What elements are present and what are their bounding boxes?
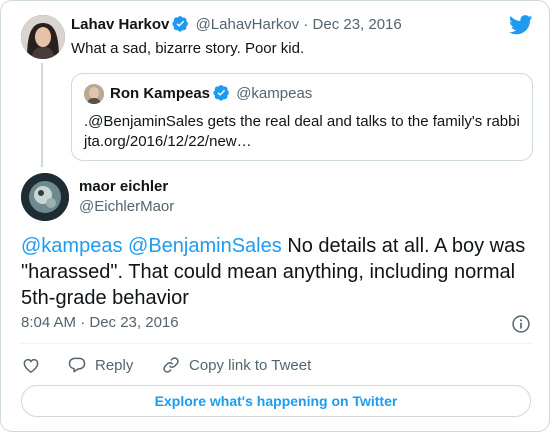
copy-link-label: Copy link to Tweet [189,356,312,374]
main-author-name[interactable]: maor eichler [79,177,168,197]
embedded-tweet-card: Lahav Harkov @LahavHarkov · Dec 23, 2016… [0,0,550,432]
reply-icon [68,357,86,373]
explore-twitter-button[interactable]: Explore what's happening on Twitter [21,385,531,417]
like-button[interactable] [21,353,41,377]
twitter-bird-icon[interactable] [509,15,533,35]
meta-separator: · [303,16,309,33]
parent-tweet-header: Lahav Harkov @LahavHarkov · Dec 23, 2016 [71,15,402,35]
parent-tweet-date[interactable]: Dec 23, 2016 [313,16,402,33]
divider [21,343,531,344]
tweet-timestamp[interactable]: 8:04 AM · Dec 23, 2016 [21,313,179,333]
reply-button[interactable]: Reply [67,353,133,377]
quoted-avatar [84,84,104,104]
parent-author-handle[interactable]: @LahavHarkov [196,16,300,33]
copy-link-button[interactable]: Copy link to Tweet [161,353,311,377]
avatar-photo-icon [21,15,65,59]
verified-badge-icon [172,16,189,32]
avatar-photo-icon [84,84,104,104]
parent-avatar[interactable] [21,15,65,59]
quoted-author-handle: @kampeas [236,85,313,102]
link-icon [163,357,179,373]
main-tweet-text: @kampeas @BenjaminSales No details at al… [21,233,531,311]
thread-connector-line [41,63,43,167]
mention-link[interactable]: @BenjaminSales [128,235,282,257]
mention-link[interactable]: @kampeas [21,235,122,257]
avatar-photo-icon [21,173,69,221]
parent-tweet-text: What a sad, bizarre story. Poor kid. [71,40,305,57]
heart-icon [23,358,39,373]
quoted-link-text: jta.org/2016/12/22/new… [84,133,252,150]
quoted-tweet[interactable]: Ron Kampeas @kampeas .@BenjaminSales get… [71,73,533,161]
quoted-tweet-text: .@BenjaminSales gets the real deal and t… [84,112,524,152]
quoted-tweet-header: Ron Kampeas @kampeas [110,84,312,104]
verified-badge-icon [213,85,229,101]
main-avatar[interactable] [21,173,69,221]
reply-label: Reply [95,356,134,374]
main-author-handle[interactable]: @EichlerMaor [79,197,174,217]
quoted-text-line: .@BenjaminSales gets the real deal and t… [84,113,520,130]
info-icon[interactable] [511,314,531,334]
parent-author-name[interactable]: Lahav Harkov [71,16,169,33]
quoted-author-name: Ron Kampeas [110,85,211,102]
